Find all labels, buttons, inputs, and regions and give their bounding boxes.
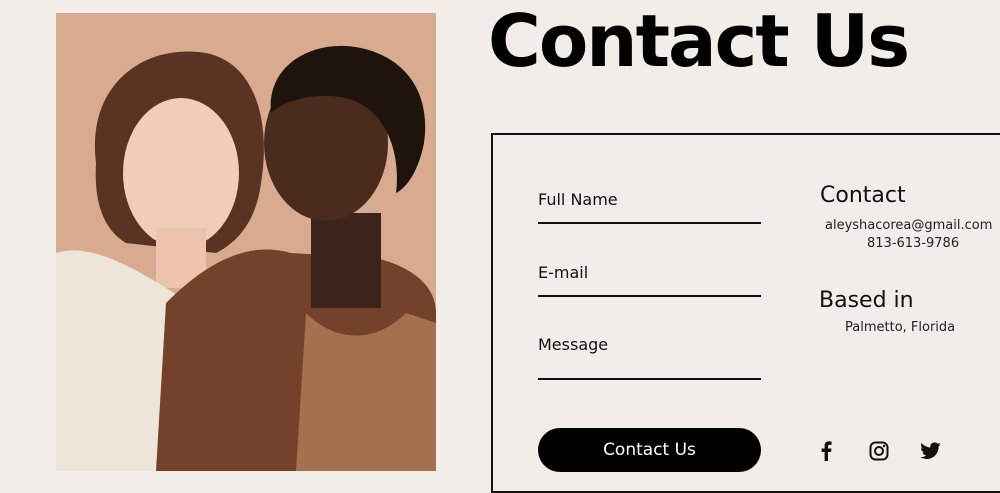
email-label: E-mail [538, 263, 589, 282]
contact-us-button[interactable]: Contact Us [538, 428, 761, 472]
facebook-icon[interactable] [815, 440, 837, 462]
twitter-icon[interactable] [919, 440, 941, 462]
page-title: Contact Us [488, 0, 910, 83]
contact-email[interactable]: aleyshacorea@gmail.com [825, 218, 992, 233]
hero-photo [56, 13, 436, 471]
location-text: Palmetto, Florida [845, 320, 956, 335]
contact-phone[interactable]: 813-613-9786 [867, 236, 959, 251]
full-name-field[interactable]: Full Name [538, 180, 761, 224]
message-field[interactable]: Message [538, 326, 761, 380]
contact-heading: Contact [820, 183, 906, 208]
based-in-heading: Based in [819, 288, 914, 313]
message-label: Message [538, 335, 609, 354]
portrait-illustration [56, 13, 436, 471]
full-name-label: Full Name [538, 190, 618, 209]
instagram-icon[interactable] [868, 440, 890, 462]
email-field[interactable]: E-mail [538, 253, 761, 297]
